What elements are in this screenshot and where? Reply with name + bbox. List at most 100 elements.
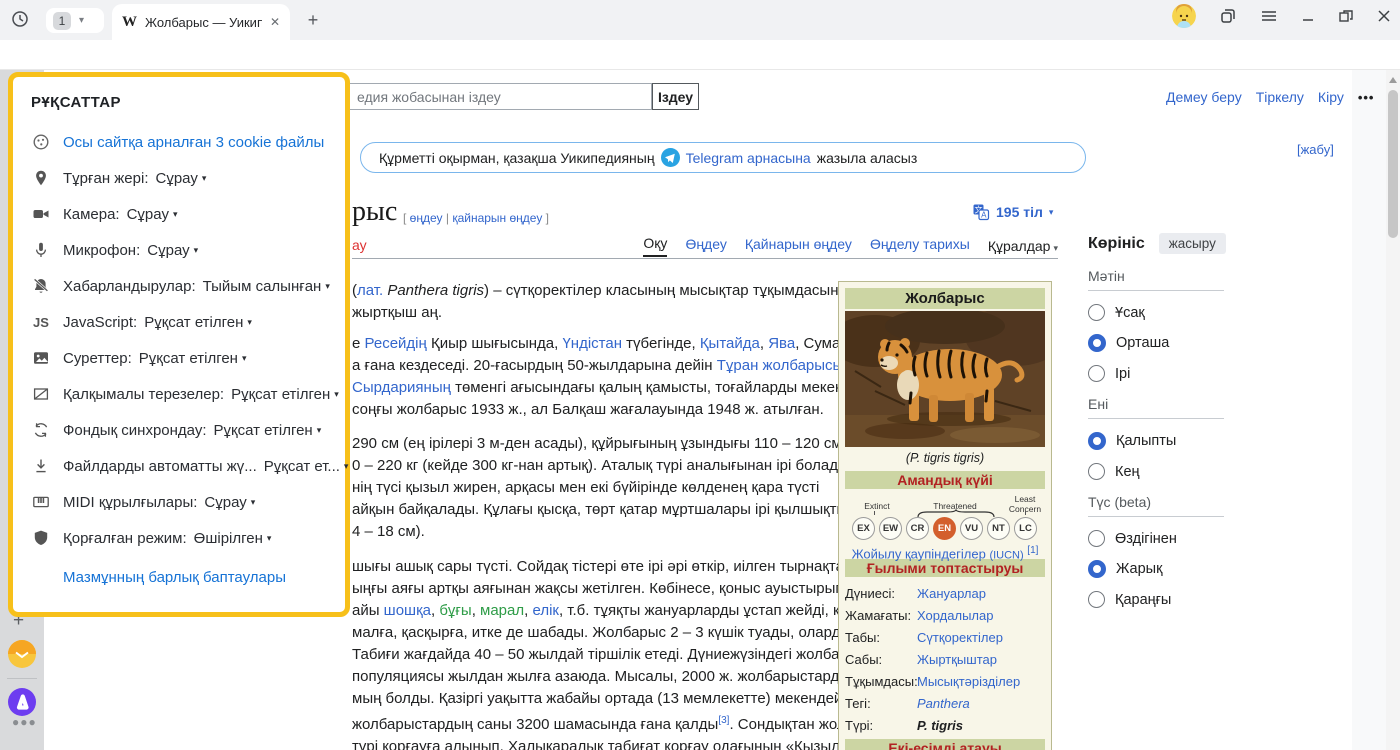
permission-value-dropdown[interactable]: Сұрау <box>147 242 189 259</box>
iucn-abbr[interactable]: (IUCN) <box>989 549 1023 561</box>
wiki-link[interactable]: Сырдарияның <box>352 379 451 396</box>
wiki-link[interactable]: марал <box>480 602 524 619</box>
tools-dropdown[interactable]: Құралдар▾ <box>988 238 1058 254</box>
tab-close-icon[interactable]: ✕ <box>270 15 280 29</box>
chevron-down-icon[interactable]: ▾ <box>251 497 256 508</box>
wiki-link[interactable]: Үндістан <box>562 335 622 352</box>
extinction-risk-link[interactable]: Жойылу қаупіндегілер <box>852 546 986 561</box>
profile-avatar[interactable] <box>1172 4 1196 28</box>
article-tab[interactable]: Қайнарын өңдеу <box>745 236 852 256</box>
hide-appearance-button[interactable]: жасыру <box>1159 233 1226 254</box>
article-tab[interactable]: Өңдеу <box>685 236 726 256</box>
wiki-search-input[interactable]: едия жобасынан іздеу <box>300 83 652 110</box>
wiki-link[interactable]: лат. <box>357 282 383 299</box>
appearance-option[interactable]: Ірі <box>1088 365 1224 382</box>
sidebar-more-icon[interactable]: ●●● <box>12 715 37 729</box>
permission-value-dropdown[interactable]: Сұрау <box>156 170 198 187</box>
user-link[interactable]: Тіркелу <box>1256 89 1304 105</box>
appearance-option[interactable]: Ұсақ <box>1088 304 1224 321</box>
appearance-option[interactable]: Орташа <box>1088 334 1224 352</box>
radio-icon[interactable] <box>1088 530 1105 547</box>
taxonomy-value[interactable]: Хордалылар <box>917 608 993 623</box>
taxonomy-value[interactable]: Мысықтәрізділер <box>917 674 1020 689</box>
history-icon[interactable] <box>10 9 30 29</box>
wiki-link[interactable]: Ресейдің <box>365 335 427 352</box>
reference-link[interactable]: [3] <box>718 715 729 726</box>
wiki-link[interactable]: бұғы <box>439 602 471 619</box>
wiki-link[interactable]: Ява <box>768 335 795 352</box>
reference-1[interactable]: [1] <box>1027 545 1038 556</box>
appearance-option[interactable]: Өздігінен <box>1088 530 1224 547</box>
radio-selected-icon[interactable] <box>1088 334 1106 352</box>
close-window-icon[interactable] <box>1376 8 1392 24</box>
wiki-search-button[interactable]: Іздеу <box>652 83 699 110</box>
permission-value-dropdown[interactable]: Рұқсат етілген <box>231 386 330 403</box>
edit-source-link[interactable]: қайнарын өңдеу <box>452 211 542 225</box>
permission-value-dropdown[interactable]: Рұқсат етілген <box>214 422 313 439</box>
user-link[interactable]: Кіру <box>1318 89 1344 105</box>
permission-value-dropdown[interactable]: Рұқсат етілген <box>144 314 243 331</box>
edit-link[interactable]: өңдеу <box>410 211 443 225</box>
permission-value-dropdown[interactable]: Рұқсат етілген <box>139 350 238 367</box>
chevron-down-icon[interactable]: ▾ <box>242 353 247 364</box>
appearance-option[interactable]: Кең <box>1088 463 1224 480</box>
telegram-channel-link[interactable]: Telegram арнасына <box>686 150 811 166</box>
appearance-option[interactable]: Қараңғы <box>1088 591 1224 608</box>
wiki-link[interactable]: шошқа <box>384 602 431 619</box>
radio-selected-icon[interactable] <box>1088 560 1106 578</box>
maximize-icon[interactable] <box>1338 8 1354 24</box>
chevron-down-icon[interactable]: ▾ <box>325 281 330 292</box>
cookies-link[interactable]: Осы сайтқа арналған 3 cookie файлы <box>63 134 324 151</box>
wiki-link[interactable]: елік <box>532 602 559 619</box>
chevron-down-icon[interactable]: ▾ <box>334 389 339 400</box>
tabs-panel-icon[interactable] <box>1218 6 1238 26</box>
chevron-down-icon[interactable]: ▾ <box>317 425 322 436</box>
user-link[interactable]: Демеу беру <box>1166 89 1242 105</box>
chevron-down-icon[interactable]: ▾ <box>267 533 272 544</box>
chevron-down-icon[interactable]: ▾ <box>173 209 178 220</box>
article-tab[interactable]: Оқу <box>643 235 667 257</box>
talk-tab-fragment[interactable]: ау <box>352 237 367 253</box>
page-scrollbar[interactable] <box>1386 70 1400 750</box>
chevron-down-icon[interactable]: ▾ <box>247 317 252 328</box>
new-tab-button[interactable]: + <box>300 7 326 33</box>
wiki-link[interactable]: Тұран жолбарысы <box>717 357 844 374</box>
browser-tab[interactable]: W Жолбарыс — Уикипеди ✕ <box>112 4 290 40</box>
article-tab[interactable]: Өңделу тарихы <box>870 236 970 256</box>
wiki-link[interactable]: Қытайда <box>700 335 760 352</box>
chevron-down-icon[interactable]: ▾ <box>202 173 207 184</box>
alice-assistant-icon[interactable] <box>8 688 36 716</box>
scrollbar-thumb[interactable] <box>1388 90 1398 238</box>
radio-icon[interactable] <box>1088 365 1105 382</box>
yandex-mail-icon[interactable] <box>8 640 36 668</box>
all-content-settings-link[interactable]: Мазмұнның барлық баптаулары <box>63 569 327 586</box>
permission-value-dropdown[interactable]: Өшірілген <box>194 530 263 547</box>
radio-icon[interactable] <box>1088 591 1105 608</box>
permission-row: Тұрған жері:Сұрау▾ <box>31 167 327 189</box>
tiger-photo[interactable] <box>845 311 1045 447</box>
minimize-icon[interactable] <box>1300 8 1316 24</box>
taxonomy-value[interactable]: Жануарлар <box>917 586 986 601</box>
tab-group-chip[interactable]: 1 ▾ <box>46 8 104 33</box>
radio-icon[interactable] <box>1088 304 1105 321</box>
chevron-down-icon[interactable]: ▾ <box>344 461 349 472</box>
scroll-up-arrow[interactable] <box>1389 77 1397 83</box>
permission-value-dropdown[interactable]: Сұрау <box>127 206 169 223</box>
taxonomy-value[interactable]: Panthera <box>917 696 970 711</box>
taxonomy-value[interactable]: Сүтқоректілер <box>917 630 1003 645</box>
menu-icon[interactable] <box>1260 7 1278 25</box>
appearance-option[interactable]: Жарық <box>1088 560 1224 578</box>
language-selector[interactable]: 文A 195 тіл ▾ <box>972 203 1053 221</box>
more-user-links-icon[interactable]: ••• <box>1358 90 1375 105</box>
banner-close-link[interactable]: [жабу] <box>1297 142 1334 157</box>
appearance-option[interactable]: Қалыпты <box>1088 432 1224 450</box>
taxonomy-value[interactable]: Жыртқыштар <box>917 652 997 667</box>
radio-selected-icon[interactable] <box>1088 432 1106 450</box>
chevron-down-icon[interactable]: ▾ <box>194 245 199 256</box>
body-text: е <box>352 335 365 352</box>
permission-value-dropdown[interactable]: Сұрау <box>204 494 246 511</box>
permission-value-dropdown[interactable]: Рұқсат ет... <box>264 458 340 475</box>
radio-icon[interactable] <box>1088 463 1105 480</box>
option-label: Ұсақ <box>1115 305 1145 321</box>
permission-value-dropdown[interactable]: Тыйым салынған <box>203 278 322 295</box>
